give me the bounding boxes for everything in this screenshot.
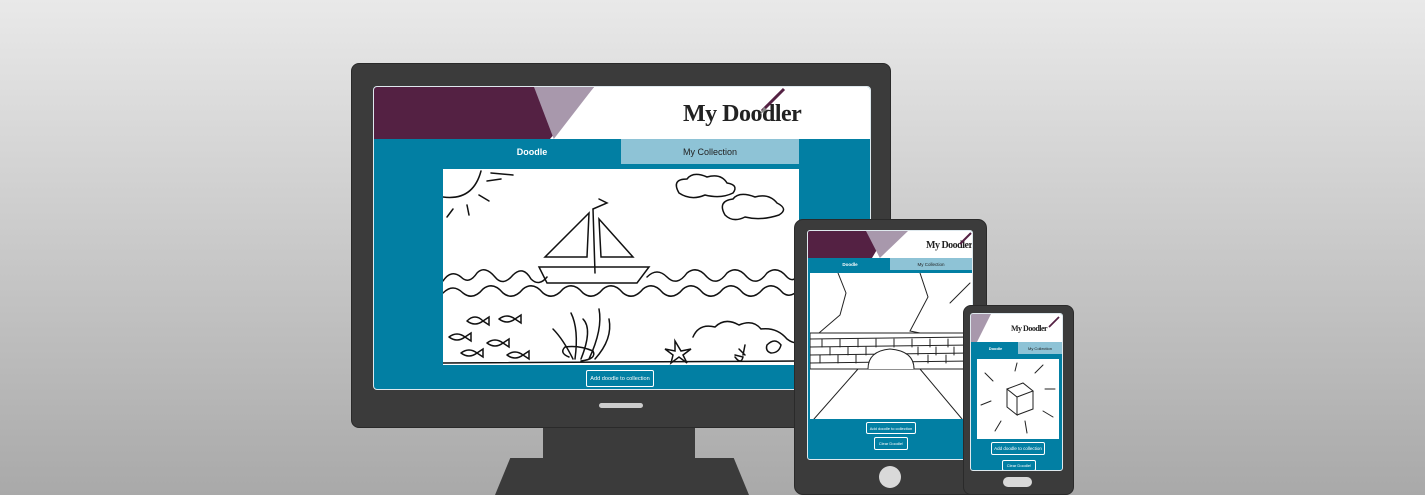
tablet-home-button[interactable] <box>879 466 901 488</box>
tablet-doodle-canvas[interactable] <box>810 273 972 419</box>
tab-doodle[interactable]: Doodle <box>443 139 621 164</box>
phone-app-header: My Doodler <box>971 314 1062 342</box>
monitor-base <box>495 458 749 495</box>
phone-screen: My Doodler Doodle My Collection Add dood… <box>970 313 1063 471</box>
phone-add-doodle-button[interactable]: Add doodle to collection <box>991 442 1045 455</box>
phone-header-accent-light <box>971 314 991 342</box>
phone-app-logo-text: My Doodler <box>1011 324 1048 333</box>
phone-tab-doodle[interactable]: Doodle <box>973 342 1018 354</box>
tablet-clear-doodle-button[interactable]: Clear Doodle! <box>874 437 908 450</box>
tablet-screen: My Doodler Doodle My Collection Add dood… <box>807 230 973 460</box>
doodle-canvas[interactable] <box>443 169 799 365</box>
phone-tab-my-collection[interactable]: My Collection <box>1018 342 1062 354</box>
tablet-tab-my-collection[interactable]: My Collection <box>890 258 972 270</box>
phone-paintbrush-icon <box>1048 316 1060 328</box>
add-doodle-button[interactable]: Add doodle to collection <box>586 370 654 387</box>
tablet-tab-doodle[interactable]: Doodle <box>810 258 890 270</box>
tablet-paintbrush-icon <box>958 232 972 246</box>
tab-my-collection[interactable]: My Collection <box>621 139 799 164</box>
desktop-device: My Doodler Doodle My Collection Add dood… <box>0 0 1425 495</box>
paintbrush-icon <box>758 87 788 115</box>
phone-home-button[interactable] <box>1003 477 1032 487</box>
phone-clear-doodle-button[interactable]: Clear Doodle! <box>1002 460 1036 470</box>
monitor-power-indicator <box>599 403 643 408</box>
tablet-app-header: My Doodler <box>808 231 972 258</box>
phone-doodle-canvas[interactable] <box>977 359 1059 439</box>
app-header: My Doodler <box>374 87 870 139</box>
tablet-add-doodle-button[interactable]: Add doodle to collection <box>866 422 916 434</box>
